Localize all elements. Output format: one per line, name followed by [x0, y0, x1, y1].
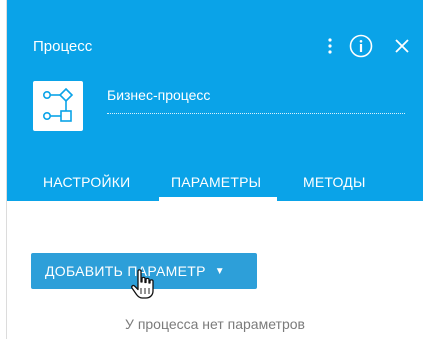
info-icon[interactable]: [349, 34, 373, 58]
tab-bar: НАСТРОЙКИ ПАРАМЕТРЫ МЕТОДЫ: [7, 166, 423, 201]
vertical-dots-icon[interactable]: [323, 34, 337, 58]
process-name[interactable]: Бизнес-процесс: [107, 87, 210, 103]
caret-down-icon: ▼: [214, 265, 225, 277]
panel-title: Процесс: [33, 38, 93, 55]
close-icon[interactable]: [391, 35, 413, 57]
hand-pointer-icon: [130, 269, 160, 301]
add-parameter-label: ДОБАВИТЬ ПАРАМЕТР: [45, 263, 206, 279]
empty-parameters-text: У процесса нет параметров: [125, 316, 305, 332]
business-process-icon: [33, 81, 83, 131]
tab-parameters[interactable]: ПАРАМЕТРЫ: [171, 174, 261, 190]
panel-header: Процесс Бизнес-процесс НАСТРОЙКИ ПАРАМЕТ…: [7, 0, 423, 201]
tab-methods[interactable]: МЕТОДЫ: [303, 174, 366, 190]
tab-settings[interactable]: НАСТРОЙКИ: [43, 174, 130, 190]
process-panel: Процесс Бизнес-процесс НАСТРОЙКИ ПАРАМЕТ…: [0, 0, 423, 339]
process-name-underline: [107, 113, 405, 114]
active-tab-indicator: [159, 197, 277, 201]
